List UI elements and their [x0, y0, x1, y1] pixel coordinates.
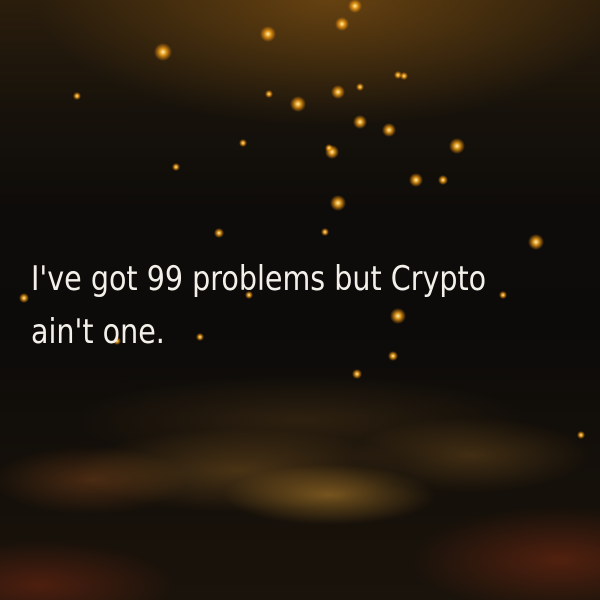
light-dot — [449, 138, 465, 154]
light-dot — [325, 144, 333, 152]
light-dot — [73, 92, 81, 100]
light-dot — [330, 195, 346, 211]
light-dot — [260, 26, 276, 42]
light-dot — [577, 431, 585, 439]
light-dot — [356, 83, 364, 91]
light-dot — [335, 17, 349, 31]
light-dot — [172, 163, 180, 171]
quote-text: I've got 99 problems but Crypto ain't on… — [31, 253, 487, 359]
light-dot — [409, 173, 423, 187]
light-dot — [19, 293, 29, 303]
light-dot — [400, 72, 408, 80]
quote-line-2: ain't one. — [31, 312, 165, 352]
light-dot — [499, 291, 507, 299]
light-dot — [353, 115, 367, 129]
light-dot — [352, 369, 362, 379]
light-dot — [290, 96, 306, 112]
light-dot — [438, 175, 448, 185]
light-dot — [154, 43, 172, 61]
light-dot — [265, 90, 273, 98]
light-dot — [382, 123, 396, 137]
light-dot — [214, 228, 224, 238]
light-dot — [528, 234, 544, 250]
light-dot — [239, 139, 247, 147]
background-scene: I've got 99 problems but Crypto ain't on… — [0, 0, 600, 600]
quote-line-1: I've got 99 problems but Crypto — [31, 259, 487, 299]
light-dot — [331, 85, 345, 99]
light-dot — [321, 228, 329, 236]
